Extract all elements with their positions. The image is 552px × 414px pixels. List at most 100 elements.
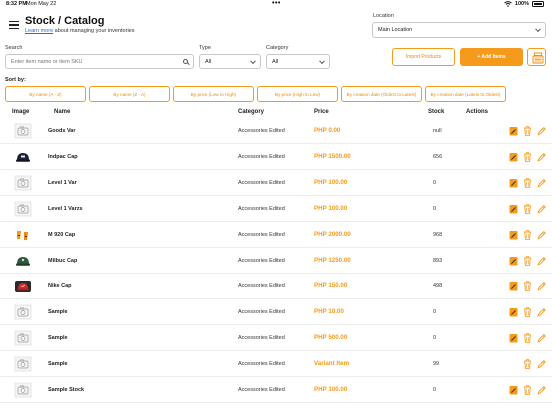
- edit-variant-icon[interactable]: [509, 126, 518, 136]
- table-row[interactable]: Sample Accessories Edited PHP 500.00 0: [0, 325, 552, 352]
- pencil-icon[interactable]: [537, 230, 546, 240]
- sort-date-asc-button[interactable]: By creation date (Oldest to Latest): [341, 86, 422, 102]
- item-stock: 99: [433, 361, 440, 368]
- pencil-icon[interactable]: [537, 359, 546, 369]
- cap-photo-icon: [14, 149, 32, 165]
- sort-price-desc-button[interactable]: By price (High to Low): [257, 86, 338, 102]
- category-select[interactable]: All: [266, 54, 330, 69]
- item-price: PHP 100.00: [314, 386, 348, 393]
- item-stock: 893: [433, 257, 443, 264]
- sort-price-asc-button[interactable]: By price (Low to High): [173, 86, 254, 102]
- column-header-name: Name: [54, 109, 71, 115]
- pencil-icon[interactable]: [537, 204, 546, 214]
- location-select[interactable]: Main Location: [372, 22, 546, 38]
- status-date: Mon May 22: [26, 1, 57, 7]
- search-input[interactable]: Enter item name or item SKU: [5, 54, 194, 69]
- row-actions: [509, 333, 549, 343]
- type-value: All: [205, 58, 212, 65]
- pencil-icon[interactable]: [537, 256, 546, 266]
- search-label: Search: [5, 45, 23, 51]
- table-row[interactable]: Sample Stock Accessories Edited PHP 100.00…: [0, 377, 552, 403]
- trash-icon[interactable]: [523, 307, 532, 318]
- pencil-icon[interactable]: [537, 333, 546, 343]
- table-row[interactable]: Sample Accessories Edited Variant Item 99: [0, 351, 552, 378]
- pencil-icon[interactable]: [537, 126, 546, 136]
- camera-placeholder-icon: [14, 330, 32, 346]
- chevron-down-icon: [319, 57, 325, 64]
- item-name: Level 1 Var: [48, 179, 77, 186]
- edit-variant-icon[interactable]: [509, 230, 518, 240]
- row-actions: [509, 203, 549, 214]
- table-row[interactable]: Sample Accessories Edited PHP 10.00 0: [0, 299, 552, 326]
- item-category: Accessories Edited: [238, 335, 285, 342]
- trash-icon[interactable]: [523, 126, 532, 136]
- item-category: Accessories Edited: [238, 179, 285, 186]
- trash-icon[interactable]: [523, 255, 532, 266]
- item-stock: null: [433, 128, 442, 134]
- trash-icon[interactable]: [523, 178, 532, 188]
- pencil-icon[interactable]: [537, 152, 546, 162]
- table-row[interactable]: Indpac Cap Accessories Edited PHP 1500.00 6…: [0, 144, 552, 170]
- trash-icon[interactable]: [523, 281, 532, 292]
- barcode-scan-button[interactable]: [527, 48, 546, 66]
- edit-variant-icon[interactable]: [509, 281, 518, 291]
- pencil-icon[interactable]: [537, 178, 546, 188]
- camera-placeholder-icon: [14, 123, 32, 139]
- item-stock: 0: [433, 387, 437, 393]
- column-header-price: Price: [314, 109, 329, 115]
- table-row[interactable]: M 920 Cap Accessories Edited PHP 2000.00 96…: [0, 222, 552, 248]
- item-stock: 0: [433, 205, 437, 212]
- table-row[interactable]: Nike Cap Accessories Edited PHP 150.00 498: [0, 273, 552, 300]
- pencil-icon[interactable]: [537, 385, 546, 395]
- subtitle-text: about managing your inventories: [53, 28, 135, 34]
- sort-date-desc-button[interactable]: By creation date (Latest to Oldest): [425, 86, 506, 102]
- edit-variant-icon[interactable]: [509, 307, 518, 317]
- item-category: Accessories Edited: [238, 205, 285, 212]
- table-row[interactable]: Level 1 Var Accessories Edited PHP 100.00 0: [0, 170, 552, 196]
- pencil-icon[interactable]: [537, 307, 546, 317]
- edit-variant-icon[interactable]: [509, 152, 518, 162]
- item-price: PHP 0.00: [314, 127, 341, 134]
- hamburger-menu-icon[interactable]: [9, 21, 19, 29]
- trash-icon[interactable]: [523, 203, 532, 214]
- sort-name-asc-button[interactable]: By name (A - Z): [5, 86, 86, 102]
- item-name: Sample: [48, 361, 68, 368]
- multitasking-dots-icon[interactable]: •••: [272, 0, 281, 7]
- row-actions: [509, 359, 549, 369]
- table-row[interactable]: Milbuc Cap Accessories Edited PHP 1250.00 8…: [0, 248, 552, 274]
- edit-variant-icon[interactable]: [509, 385, 518, 395]
- trash-icon[interactable]: [523, 229, 532, 240]
- edit-variant-icon[interactable]: [509, 333, 518, 343]
- location-label: Location: [373, 13, 394, 19]
- import-products-button[interactable]: Import Products: [392, 48, 455, 66]
- table-row[interactable]: Level 1 Varzs Accessories Edited PHP 100.0…: [0, 196, 552, 222]
- table-row[interactable]: Goods Var Accessories Edited PHP 0.00 null: [0, 118, 552, 144]
- edit-variant-icon[interactable]: [509, 204, 518, 214]
- item-price: PHP 10.00: [314, 308, 344, 316]
- chevron-down-icon: [535, 26, 541, 33]
- learn-more-link[interactable]: Learn more: [25, 28, 53, 34]
- edit-variant-icon[interactable]: [509, 256, 518, 266]
- item-name: Milbuc Cap: [48, 257, 78, 264]
- row-actions: [509, 281, 549, 292]
- item-category: Accessories Edited: [238, 387, 285, 393]
- add-items-button[interactable]: + Add Items: [460, 48, 523, 66]
- trash-icon[interactable]: [523, 359, 532, 369]
- trash-icon[interactable]: [523, 333, 532, 343]
- item-category: Accessories Edited: [238, 231, 285, 238]
- camera-placeholder-icon: [14, 356, 32, 372]
- pencil-icon[interactable]: [537, 281, 546, 292]
- page-title: Stock / Catalog: [25, 15, 105, 27]
- item-price: PHP 100.00: [314, 178, 348, 186]
- type-select[interactable]: All: [199, 54, 261, 69]
- sort-name-desc-button[interactable]: By name (Z - A): [89, 86, 170, 102]
- edit-variant-icon[interactable]: [509, 178, 518, 188]
- item-category: Accessories Edited: [238, 283, 285, 290]
- trash-icon[interactable]: [523, 385, 532, 395]
- battery-icon: [532, 1, 544, 7]
- item-category: Accessories Edited: [238, 257, 285, 264]
- chevron-down-icon: [250, 57, 256, 64]
- trash-icon[interactable]: [523, 152, 532, 162]
- row-actions: [509, 126, 549, 136]
- category-label: Category: [266, 45, 289, 51]
